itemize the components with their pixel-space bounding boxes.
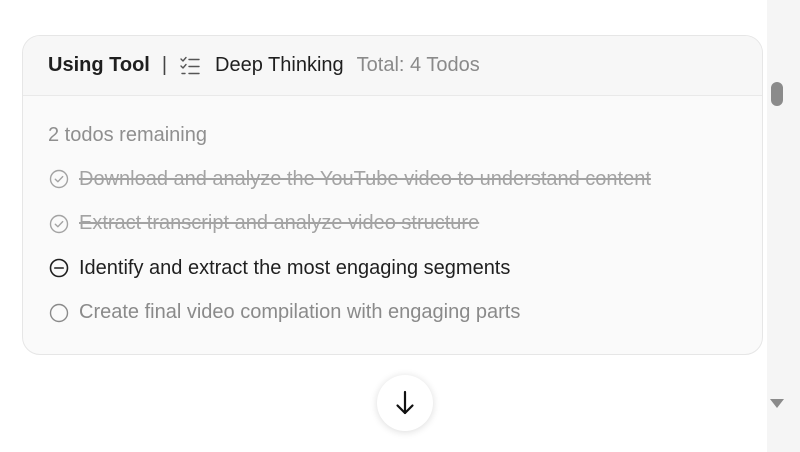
- scrollbar-down-arrow[interactable]: [770, 399, 784, 408]
- todo-text: Create final video compilation with enga…: [79, 301, 521, 323]
- todo-text: Download and analyze the YouTube video t…: [79, 167, 651, 190]
- tool-card-header: Using Tool | Deep Thinking Total: 4 Todo…: [23, 36, 762, 96]
- todos-remaining: 2 todos remaining: [48, 124, 207, 146]
- todo-text: Identify and extract the most engaging s…: [79, 256, 511, 279]
- header-separator: |: [161, 54, 168, 76]
- scroll-down-button[interactable]: [377, 375, 433, 431]
- todo-text: Extract transcript and analyze video str…: [79, 212, 480, 234]
- empty-circle-icon: [48, 302, 70, 324]
- tool-label: Using Tool: [48, 54, 150, 76]
- tool-card: Using Tool | Deep Thinking Total: 4 Todo…: [22, 35, 763, 355]
- arrow-down-icon: [393, 389, 417, 417]
- check-circle-icon: [48, 213, 70, 235]
- todo-item: Create final video compilation with enga…: [48, 301, 762, 325]
- page: Using Tool | Deep Thinking Total: 4 Todo…: [0, 0, 800, 452]
- todo-item: Extract transcript and analyze video str…: [48, 212, 762, 236]
- todo-list: 2 todos remaining Download and analyze t…: [23, 96, 762, 325]
- scrollbar-track[interactable]: [767, 0, 800, 452]
- todo-total: Total: 4 Todos: [356, 54, 480, 76]
- minus-circle-icon: [48, 257, 70, 279]
- tool-name: Deep Thinking: [215, 54, 344, 76]
- todo-item: Identify and extract the most engaging s…: [48, 256, 762, 280]
- checklist-icon: [179, 55, 201, 77]
- scrollbar-thumb[interactable]: [771, 82, 783, 106]
- todo-item: Download and analyze the YouTube video t…: [48, 167, 762, 191]
- check-circle-icon: [48, 168, 70, 190]
